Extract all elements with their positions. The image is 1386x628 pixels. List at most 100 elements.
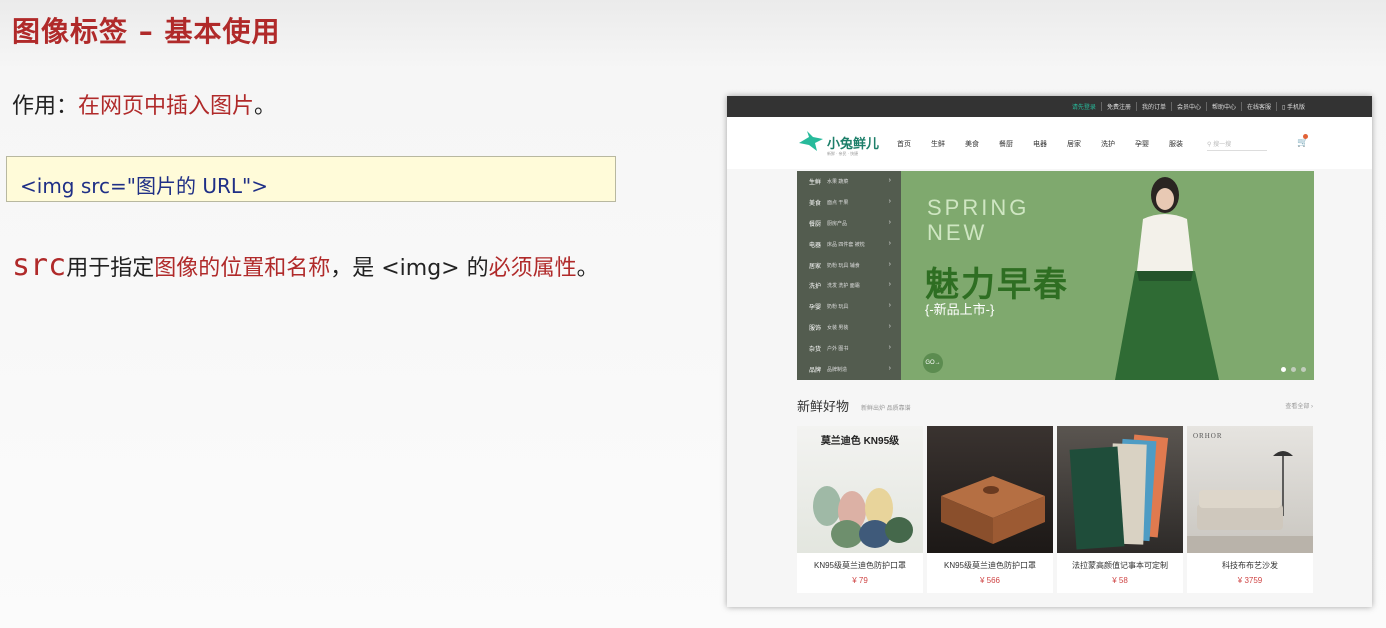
desc-line: src用于指定图像的位置和名称，是 <img> 的必须属性。 bbox=[12, 248, 599, 283]
logo-subtitle: 新鲜 · 亲民 · 快捷 bbox=[827, 151, 859, 156]
chevron-right-icon: › bbox=[888, 197, 891, 205]
category-item[interactable]: 餐厨 厨房产品 › bbox=[797, 213, 901, 234]
banner-tag: {-新品上市-} bbox=[925, 302, 995, 317]
model-photo bbox=[1115, 177, 1219, 380]
nav-item[interactable]: 服装 bbox=[1169, 139, 1183, 149]
chevron-right-icon: › bbox=[888, 302, 891, 310]
cart-badge bbox=[1303, 134, 1308, 139]
product-list: 莫兰迪色 KN95级 KN95级莫兰迪色防护口罩 ¥ 79 KN95级莫兰迪色防… bbox=[797, 426, 1317, 593]
chevron-right-icon: › bbox=[888, 365, 891, 373]
desc-part2: 图像的位置和名称 bbox=[154, 256, 331, 281]
topbar-link[interactable]: ▯ 手机版 bbox=[1276, 102, 1310, 111]
product-image bbox=[927, 426, 1053, 553]
product-price: ¥ 79 bbox=[852, 576, 868, 585]
product-name: 法拉蒙高颜值记事本可定制 bbox=[1072, 561, 1168, 570]
category-sub: 奶粉 玩具 bbox=[827, 304, 849, 311]
hero-banner[interactable]: 生鲜 水果 蔬菜 › 美食 面点 干果 › 餐厨 厨房产品 › 电器 床品 四件套 被枕 › 居… bbox=[797, 171, 1314, 380]
category-sub: 床品 四件套 被枕 bbox=[827, 241, 865, 248]
topbar-link[interactable]: 我的订单 bbox=[1135, 102, 1171, 111]
site-header: 小兔鲜儿 新鲜 · 亲民 · 快捷 首页 生鲜 美食 餐厨 电器 居家 洗护 孕… bbox=[727, 117, 1372, 169]
topbar-link[interactable]: 帮助中心 bbox=[1205, 102, 1241, 111]
banner-go-button[interactable]: GO→ bbox=[923, 353, 943, 373]
wooden-box-illustration bbox=[941, 476, 1045, 544]
website-screenshot: 请先登录 免费注册 我的订单 会员中心 帮助中心 在线客服 ▯ 手机版 小兔鲜儿… bbox=[727, 96, 1372, 607]
category-sub: 洗发 洗护 面霜 bbox=[827, 283, 860, 290]
category-item[interactable]: 杂货 户外 图书 › bbox=[797, 338, 901, 359]
slide-title: 图像标签 – 基本使用 bbox=[12, 15, 281, 48]
chevron-right-icon: › bbox=[888, 344, 891, 352]
category-sub: 奶粉 玩具 辅食 bbox=[827, 262, 860, 269]
nav-item[interactable]: 居家 bbox=[1067, 139, 1081, 149]
nav-item[interactable]: 餐厨 bbox=[999, 139, 1013, 149]
category-item[interactable]: 洗护 洗发 洗护 面霜 › bbox=[797, 275, 901, 296]
code-box: <img src="图片的 URL"> bbox=[6, 156, 616, 202]
product-name: KN95级莫兰迪色防护口罩 bbox=[943, 561, 1036, 570]
category-sub: 女装 男装 bbox=[827, 325, 849, 332]
category-main: 餐厨 bbox=[809, 221, 822, 228]
product-price: ¥ 58 bbox=[1112, 576, 1128, 585]
product-card[interactable]: ORHOR 科技布布艺沙发 ¥ 3759 bbox=[1187, 426, 1313, 593]
product-name: KN95级莫兰迪色防护口罩 bbox=[813, 561, 906, 570]
cart-icon[interactable]: 🛒 bbox=[1297, 134, 1308, 148]
category-main: 品牌 bbox=[809, 367, 822, 374]
chevron-right-icon: › bbox=[888, 260, 891, 268]
purpose-label: 作用： bbox=[12, 94, 79, 119]
carousel-dot[interactable] bbox=[1301, 367, 1306, 372]
category-sub: 水果 蔬菜 bbox=[827, 178, 849, 185]
view-all-link[interactable]: 查看全部 › bbox=[1285, 401, 1313, 410]
category-main: 生鲜 bbox=[809, 179, 822, 186]
nav-item[interactable]: 电器 bbox=[1033, 139, 1047, 149]
category-item[interactable]: 美食 面点 干果 › bbox=[797, 192, 901, 213]
category-main: 电器 bbox=[809, 242, 822, 249]
topbar-link[interactable]: 在线客服 bbox=[1241, 102, 1276, 111]
product-card[interactable]: 莫兰迪色 KN95级 KN95级莫兰迪色防护口罩 ¥ 79 bbox=[797, 426, 923, 593]
site-search-input[interactable]: ⚲ 搜一搜 bbox=[1207, 139, 1267, 151]
site-logo[interactable]: 小兔鲜儿 新鲜 · 亲民 · 快捷 bbox=[797, 129, 879, 156]
purpose-text: 在网页中插入图片 bbox=[78, 94, 255, 119]
category-item[interactable]: 服饰 女装 男装 › bbox=[797, 317, 901, 338]
banner-headline: SPRING NEW bbox=[927, 195, 1029, 245]
desc-part3: ，是 <img> 的 bbox=[330, 256, 489, 281]
purpose-end: 。 bbox=[254, 94, 277, 119]
product-card[interactable]: KN95级莫兰迪色防护口罩 ¥ 566 bbox=[927, 426, 1053, 593]
chevron-right-icon: › bbox=[888, 218, 891, 226]
nav-item[interactable]: 洗护 bbox=[1101, 139, 1115, 149]
nav-item[interactable]: 首页 bbox=[897, 139, 911, 149]
product-price: ¥ 566 bbox=[979, 576, 1001, 585]
desc-part1: 用于指定 bbox=[66, 256, 155, 281]
category-sub: 品牌制造 bbox=[827, 366, 848, 373]
category-main: 美食 bbox=[809, 200, 822, 207]
carousel-dot[interactable] bbox=[1281, 367, 1286, 372]
nav-item[interactable]: 孕婴 bbox=[1135, 139, 1149, 149]
masks-illustration bbox=[813, 486, 913, 548]
category-sub: 厨房产品 bbox=[827, 220, 848, 227]
category-item[interactable]: 孕婴 奶粉 玩具 › bbox=[797, 296, 901, 317]
notebooks-illustration bbox=[1069, 434, 1169, 550]
category-item[interactable]: 居家 奶粉 玩具 辅食 › bbox=[797, 255, 901, 276]
product-card[interactable]: 法拉蒙高颜值记事本可定制 ¥ 58 bbox=[1057, 426, 1183, 593]
carousel-dots[interactable] bbox=[1276, 367, 1306, 372]
chevron-right-icon: › bbox=[888, 177, 891, 184]
desc-src: src bbox=[12, 248, 67, 283]
carousel-dot[interactable] bbox=[1291, 367, 1296, 372]
category-item[interactable]: 品牌 品牌制造 › bbox=[797, 359, 901, 380]
category-sub: 面点 干果 bbox=[827, 199, 849, 206]
search-placeholder: 搜一搜 bbox=[1213, 142, 1232, 148]
topbar-link[interactable]: 免费注册 bbox=[1100, 102, 1136, 111]
topbar-link[interactable]: 会员中心 bbox=[1170, 102, 1206, 111]
code-text: <img src="图片的 URL"> bbox=[20, 174, 268, 198]
category-item[interactable]: 生鲜 水果 蔬菜 › bbox=[797, 171, 901, 192]
product-image bbox=[1057, 426, 1183, 553]
category-item[interactable]: 电器 床品 四件套 被枕 › bbox=[797, 234, 901, 255]
category-main: 服饰 bbox=[809, 326, 822, 333]
desc-part5: 。 bbox=[576, 256, 599, 281]
product-name: 科技布布艺沙发 bbox=[1222, 561, 1278, 570]
nav-item[interactable]: 生鲜 bbox=[931, 139, 945, 149]
chevron-right-icon: › bbox=[888, 281, 891, 289]
topbar-link[interactable]: 请先登录 bbox=[1067, 102, 1101, 111]
desc-part4: 必须属性 bbox=[488, 256, 577, 281]
section-title: 新鲜好物 bbox=[797, 399, 850, 414]
category-main: 洗护 bbox=[809, 284, 822, 291]
nav-item[interactable]: 美食 bbox=[965, 139, 979, 149]
sofa-illustration bbox=[1187, 451, 1313, 553]
